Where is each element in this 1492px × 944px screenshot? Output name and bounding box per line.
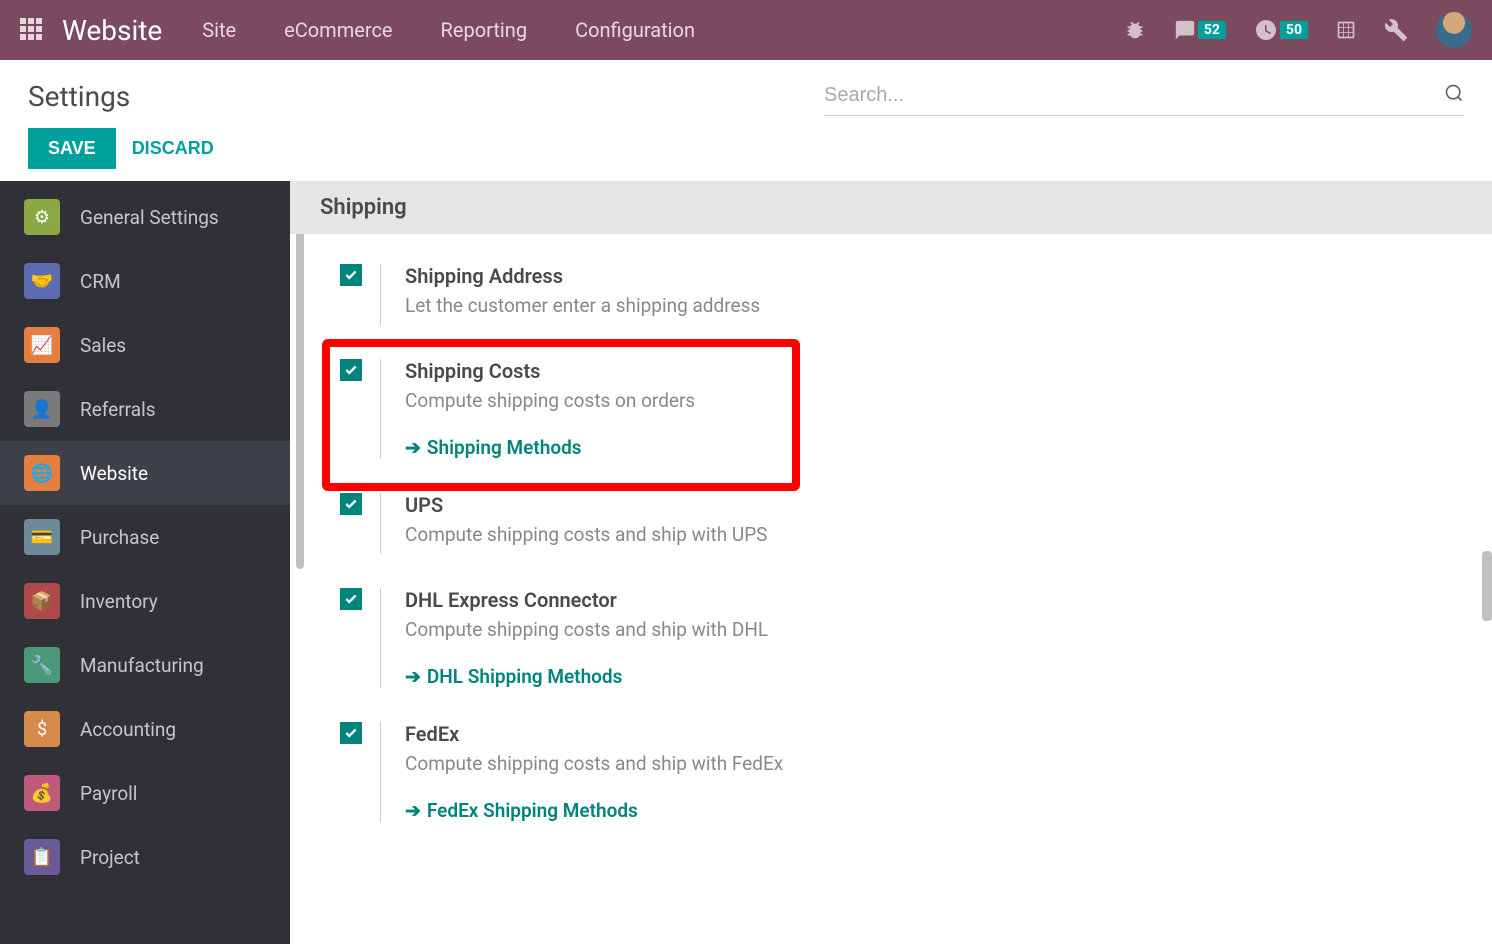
sidebar-item-label: CRM — [80, 270, 121, 293]
gear-icon: ⚙ — [24, 199, 60, 235]
sidebar-item-label: Payroll — [80, 782, 137, 805]
sidebar-item-crm[interactable]: 🤝 CRM — [0, 249, 290, 313]
checkbox-ups[interactable] — [340, 493, 362, 515]
sidebar-item-label: Manufacturing — [80, 654, 204, 677]
search-input[interactable] — [824, 76, 1444, 115]
save-button[interactable]: SAVE — [28, 128, 116, 169]
top-navbar: Website Site eCommerce Reporting Configu… — [0, 0, 1492, 60]
section-header-shipping: Shipping — [290, 181, 1492, 234]
tools-icon[interactable] — [1384, 18, 1408, 42]
sidebar-item-manufacturing[interactable]: 🔧 Manufacturing — [0, 633, 290, 697]
setting-title: Shipping Costs — [405, 359, 1442, 383]
discard-button[interactable]: DISCARD — [132, 138, 214, 159]
checkbox-shipping-costs[interactable] — [340, 359, 362, 381]
settings-content: Shipping Shipping Address Let the custom… — [290, 181, 1492, 944]
handshake-icon: 🤝 — [24, 263, 60, 299]
checkbox-dhl[interactable] — [340, 588, 362, 610]
person-icon: 👤 — [24, 391, 60, 427]
menu-configuration[interactable]: Configuration — [575, 18, 695, 42]
menu-site[interactable]: Site — [202, 18, 236, 42]
search-wrap — [824, 76, 1464, 116]
dollar-icon: $ — [24, 711, 60, 747]
setting-fedex: FedEx Compute shipping costs and ship wi… — [290, 712, 1492, 846]
sidebar-item-label: Sales — [80, 334, 126, 357]
arrow-right-icon: ➔ — [405, 799, 421, 822]
link-dhl-shipping-methods[interactable]: ➔ DHL Shipping Methods — [405, 665, 622, 688]
setting-desc: Compute shipping costs and ship with Fed… — [405, 752, 1442, 775]
setting-desc: Compute shipping costs and ship with UPS — [405, 523, 1442, 546]
messages-badge: 52 — [1198, 21, 1226, 39]
globe-icon: 🌐 — [24, 455, 60, 491]
setting-dhl: DHL Express Connector Compute shipping c… — [290, 578, 1492, 712]
arrow-right-icon: ➔ — [405, 436, 421, 459]
sidebar-item-sales[interactable]: 📈 Sales — [0, 313, 290, 377]
chart-icon: 📈 — [24, 327, 60, 363]
setting-link-label: DHL Shipping Methods — [427, 665, 622, 688]
box-icon: 📦 — [24, 583, 60, 619]
bug-icon[interactable] — [1124, 19, 1146, 41]
sidebar-item-label: Website — [80, 462, 148, 485]
apps-icon[interactable] — [20, 18, 44, 42]
sidebar-item-payroll[interactable]: 💰 Payroll — [0, 761, 290, 825]
project-icon: 📋 — [24, 839, 60, 875]
search-icon[interactable] — [1444, 83, 1464, 108]
sidebar-item-label: Accounting — [80, 718, 176, 741]
grid-icon[interactable] — [1336, 20, 1356, 40]
sidebar-item-referrals[interactable]: 👤 Referrals — [0, 377, 290, 441]
sidebar-item-label: Referrals — [80, 398, 156, 421]
sidebar-item-label: Inventory — [80, 590, 158, 613]
setting-title: Shipping Address — [405, 264, 1442, 288]
sidebar-item-project[interactable]: 📋 Project — [0, 825, 290, 889]
main-area: ⚙ General Settings 🤝 CRM 📈 Sales 👤 Refer… — [0, 181, 1492, 944]
user-avatar[interactable] — [1436, 12, 1472, 48]
setting-title: UPS — [405, 493, 1442, 517]
setting-link-label: FedEx Shipping Methods — [427, 799, 638, 822]
sidebar-item-purchase[interactable]: 💳 Purchase — [0, 505, 290, 569]
setting-ups: UPS Compute shipping costs and ship with… — [290, 483, 1492, 578]
setting-desc: Let the customer enter a shipping addres… — [405, 294, 1442, 317]
sidebar-item-label: General Settings — [80, 206, 219, 229]
sidebar-item-inventory[interactable]: 📦 Inventory — [0, 569, 290, 633]
setting-link-label: Shipping Methods — [427, 436, 582, 459]
setting-desc: Compute shipping costs on orders — [405, 389, 1442, 412]
checkbox-shipping-address[interactable] — [340, 264, 362, 286]
activities-badge: 50 — [1280, 21, 1308, 39]
brand-title[interactable]: Website — [62, 14, 162, 47]
link-fedex-shipping-methods[interactable]: ➔ FedEx Shipping Methods — [405, 799, 638, 822]
setting-title: DHL Express Connector — [405, 588, 1442, 612]
sidebar-item-label: Purchase — [80, 526, 159, 549]
arrow-right-icon: ➔ — [405, 665, 421, 688]
checkbox-fedex[interactable] — [340, 722, 362, 744]
setting-desc: Compute shipping costs and ship with DHL — [405, 618, 1442, 641]
activities-icon[interactable]: 50 — [1254, 18, 1308, 42]
payroll-icon: 💰 — [24, 775, 60, 811]
page-title: Settings — [28, 80, 130, 113]
setting-shipping-address: Shipping Address Let the customer enter … — [290, 254, 1492, 349]
settings-sidebar: ⚙ General Settings 🤝 CRM 📈 Sales 👤 Refer… — [0, 181, 290, 944]
sidebar-item-accounting[interactable]: $ Accounting — [0, 697, 290, 761]
setting-title: FedEx — [405, 722, 1442, 746]
menu-reporting[interactable]: Reporting — [441, 18, 528, 42]
messages-icon[interactable]: 52 — [1174, 19, 1226, 41]
menu-ecommerce[interactable]: eCommerce — [284, 18, 392, 42]
setting-shipping-costs: Shipping Costs Compute shipping costs on… — [290, 349, 1492, 483]
sidebar-item-label: Project — [80, 846, 140, 869]
wrench-icon: 🔧 — [24, 647, 60, 683]
page-header: Settings SAVE DISCARD — [0, 60, 1492, 181]
scrollbar-right[interactable] — [1482, 551, 1492, 621]
card-icon: 💳 — [24, 519, 60, 555]
sidebar-item-website[interactable]: 🌐 Website — [0, 441, 290, 505]
sidebar-item-general[interactable]: ⚙ General Settings — [0, 185, 290, 249]
link-shipping-methods[interactable]: ➔ Shipping Methods — [405, 436, 582, 459]
